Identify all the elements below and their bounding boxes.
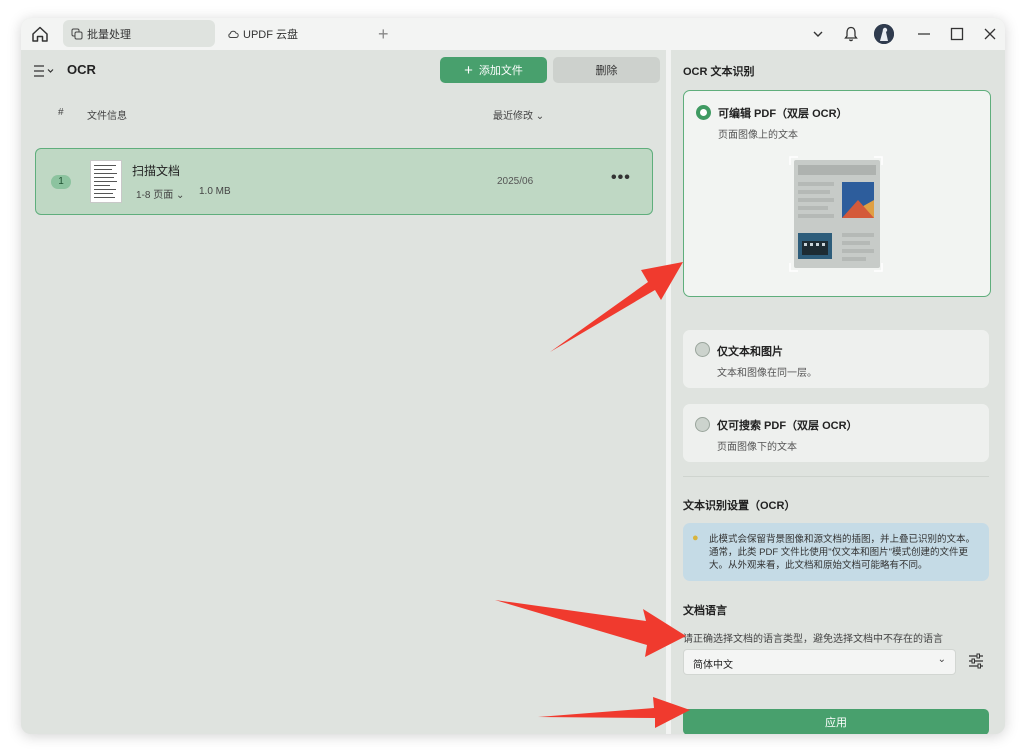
document-preview-illustration xyxy=(789,156,883,272)
ocr-settings-title: 文本识别设置（OCR） xyxy=(683,500,796,512)
file-name: 扫描文档 xyxy=(132,164,181,178)
lightbulb-icon: ● xyxy=(692,532,699,544)
title-bar: 批量处理 UPDF 云盘 + xyxy=(21,18,1005,50)
plus-icon: + xyxy=(464,61,473,79)
column-modified-label: 最近修改 xyxy=(493,111,533,122)
cloud-icon xyxy=(228,30,239,38)
chevron-down-icon: ⌄ xyxy=(937,654,946,665)
menu-icon[interactable] xyxy=(33,63,57,79)
file-thumbnail xyxy=(90,160,122,203)
option-editable-pdf[interactable]: 可编辑 PDF（双层 OCR） 页面图像上的文本 xyxy=(683,90,991,297)
option-title: 仅可搜索 PDF（双层 OCR） xyxy=(717,420,858,432)
more-options-icon[interactable]: ••• xyxy=(611,169,631,187)
file-list-panel: OCR + 添加文件 删除 # 文件信息 最近修改 ⌄ 1 扫描文档 1-8 页… xyxy=(21,50,666,734)
option-desc: 页面图像下的文本 xyxy=(717,442,797,453)
page-title: OCR xyxy=(67,62,96,77)
file-size: 1.0 MB xyxy=(199,186,231,197)
tab-label: UPDF 云盘 xyxy=(243,28,298,41)
maximize-icon[interactable] xyxy=(947,24,967,44)
home-icon[interactable] xyxy=(29,23,51,45)
tab-cloud[interactable]: UPDF 云盘 xyxy=(219,20,369,47)
add-tab-button[interactable]: + xyxy=(378,23,389,45)
sort-chevron-icon: ⌄ xyxy=(535,111,545,122)
radio-selected[interactable] xyxy=(696,105,711,120)
delete-button[interactable]: 删除 xyxy=(553,57,660,83)
radio-unselected[interactable] xyxy=(695,417,710,432)
page-range: 1-8 页面 xyxy=(136,190,174,201)
sliders-icon[interactable] xyxy=(966,651,986,671)
bell-icon[interactable] xyxy=(841,24,861,44)
language-title: 文档语言 xyxy=(683,605,727,617)
file-date: 2025/06 xyxy=(497,176,534,187)
option-title: 可编辑 PDF（双层 OCR） xyxy=(718,108,848,120)
add-file-label: 添加文件 xyxy=(478,65,523,77)
option-desc: 页面图像上的文本 xyxy=(718,130,798,141)
info-text: 此模式会保留背景图像和源文档的插图，并上叠已识别的文本。通常，此类 PDF 文件… xyxy=(709,534,976,571)
radio-unselected[interactable] xyxy=(695,342,710,357)
row-index-badge: 1 xyxy=(51,175,71,189)
ocr-section-title: OCR 文本识别 xyxy=(683,66,755,78)
column-modified[interactable]: 最近修改 ⌄ xyxy=(493,107,544,122)
apply-label: 应用 xyxy=(825,717,847,729)
divider xyxy=(683,476,989,477)
table-row[interactable]: 1 扫描文档 1-8 页面 ⌄ 1.0 MB 2025/06 ••• xyxy=(35,148,653,215)
option-title: 仅文本和图片 xyxy=(717,346,783,358)
tab-label: 批量处理 xyxy=(87,28,131,41)
page-range-select[interactable]: 1-8 页面 ⌄ xyxy=(136,186,184,201)
avatar-image xyxy=(874,24,894,44)
column-file-info: 文件信息 xyxy=(87,111,127,122)
language-select[interactable]: 简体中文 ⌄ xyxy=(683,649,956,675)
ocr-settings-panel: OCR 文本识别 可编辑 PDF（双层 OCR） 页面图像上的文本 仅文本和图片… xyxy=(671,50,1005,734)
batch-icon xyxy=(71,28,83,39)
language-hint: 请正确选择文档的语言类型，避免选择文档中不存在的语言 xyxy=(683,634,943,645)
option-searchable-pdf[interactable]: 仅可搜索 PDF（双层 OCR） 页面图像下的文本 xyxy=(683,404,989,462)
chevron-down-icon: ⌄ xyxy=(176,190,185,201)
info-box: ● 此模式会保留背景图像和源文档的插图，并上叠已识别的文本。通常，此类 PDF … xyxy=(683,523,989,581)
tab-batch[interactable]: 批量处理 xyxy=(63,20,215,47)
language-value: 简体中文 xyxy=(693,660,733,671)
option-text-and-images[interactable]: 仅文本和图片 文本和图像在同一层。 xyxy=(683,330,989,388)
close-icon[interactable] xyxy=(980,24,1000,44)
option-desc: 文本和图像在同一层。 xyxy=(717,368,817,379)
add-file-button[interactable]: + 添加文件 xyxy=(440,57,547,83)
column-index: # xyxy=(58,107,64,118)
minimize-icon[interactable] xyxy=(914,24,934,44)
chevron-down-icon[interactable] xyxy=(808,24,828,44)
app-window: 批量处理 UPDF 云盘 + OCR + 添加文件 删除 # 文件信息 最近修改… xyxy=(21,18,1005,734)
delete-label: 删除 xyxy=(595,65,618,77)
avatar[interactable] xyxy=(874,24,894,44)
apply-button[interactable]: 应用 xyxy=(683,709,989,734)
